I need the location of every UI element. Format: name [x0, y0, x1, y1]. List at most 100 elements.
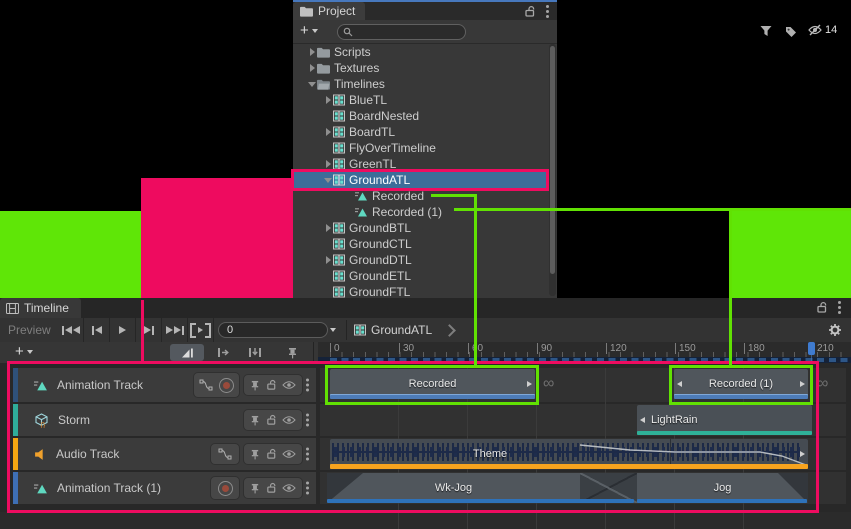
go-to-start-button[interactable] [58, 318, 84, 342]
foldout-collapsed-icon[interactable] [326, 160, 331, 168]
clip-edge-right-icon[interactable] [800, 381, 805, 387]
clip-edge-right-icon[interactable] [527, 381, 532, 387]
unlock-icon[interactable] [816, 301, 828, 314]
panel-menu-icon[interactable] [838, 301, 841, 314]
pin-icon[interactable] [250, 449, 260, 460]
animation-clip-icon [34, 482, 48, 495]
hidden-items-toggle[interactable]: 14 [807, 24, 837, 36]
clip-recorded-1[interactable]: Recorded (1) [674, 369, 808, 399]
foldout-expanded-icon[interactable] [308, 82, 316, 87]
clip-edge-left-icon[interactable] [677, 381, 682, 387]
timeline-ruler[interactable]: 0 30 60 90 120 150 180 210 [318, 342, 851, 363]
step-forward-icon [144, 326, 151, 334]
tree-item-scripts[interactable]: Scripts [293, 44, 549, 60]
clip-curves-icon[interactable] [218, 448, 232, 460]
mix-mode-button[interactable] [170, 344, 204, 361]
unlock-icon[interactable] [266, 379, 277, 391]
tree-item-flyovertimeline[interactable]: FlyOverTimeline [293, 140, 549, 156]
tree-item-recorded[interactable]: Recorded [293, 188, 549, 204]
clip-recorded[interactable]: Recorded [330, 369, 535, 399]
timeline-breadcrumb[interactable]: GroundATL [354, 318, 454, 342]
tree-item-groundatl-selected[interactable]: GroundATL [293, 172, 549, 188]
track-menu-icon[interactable] [306, 379, 309, 392]
tree-item-timelines[interactable]: Timelines [293, 76, 549, 92]
track-accent [13, 438, 18, 470]
current-frame-field[interactable]: 0 [218, 322, 328, 338]
tree-item-label: Textures [334, 61, 379, 75]
background-block-green-right [731, 211, 851, 300]
tree-item-greentl[interactable]: GreenTL [293, 156, 549, 172]
eye-icon[interactable] [282, 483, 296, 493]
record-button[interactable] [218, 481, 233, 496]
skip-end-icon [166, 326, 173, 334]
pin-icon[interactable] [250, 380, 260, 391]
clip-edge-left-icon[interactable] [640, 417, 645, 423]
tree-item-groundetl[interactable]: GroundETL [293, 268, 549, 284]
clip-label: Recorded (1) [709, 378, 773, 390]
tree-item-textures[interactable]: Textures [293, 60, 549, 76]
search-input[interactable] [337, 24, 466, 40]
track-menu-icon[interactable] [306, 414, 309, 427]
go-to-end-button[interactable] [162, 318, 188, 342]
clip-lightrain[interactable]: LightRain [637, 405, 812, 435]
tree-item-boardnested[interactable]: BoardNested [293, 108, 549, 124]
track-header-audio[interactable]: Audio Track [13, 438, 316, 470]
track-menu-icon[interactable] [306, 482, 309, 495]
add-track-button[interactable]: + [15, 346, 33, 358]
ripple-mode-button[interactable] [210, 344, 237, 361]
track-header-animation-1[interactable]: Animation Track (1) [13, 472, 316, 504]
foldout-collapsed-icon[interactable] [326, 128, 331, 136]
frame-dropdown-icon[interactable] [330, 328, 336, 332]
unlock-icon[interactable] [524, 5, 536, 18]
track-menu-icon[interactable] [306, 448, 309, 461]
filter-by-type-button[interactable] [759, 25, 773, 38]
preview-toggle[interactable]: Preview [8, 318, 51, 342]
track-header-storm[interactable]: {} Storm [13, 404, 316, 436]
pin-icon[interactable] [250, 483, 260, 494]
previous-frame-button[interactable] [84, 318, 110, 342]
filter-by-label-button[interactable] [784, 26, 797, 38]
play-range-button[interactable] [188, 318, 214, 342]
eye-icon[interactable] [282, 449, 296, 459]
next-frame-button[interactable] [136, 318, 162, 342]
foldout-expanded-icon[interactable] [324, 178, 332, 183]
foldout-collapsed-icon[interactable] [326, 96, 331, 104]
timeline-asset-icon [333, 94, 345, 106]
foldout-collapsed-icon[interactable] [326, 224, 331, 232]
replace-mode-button[interactable] [241, 344, 269, 361]
clip-theme-audio[interactable]: Theme [330, 439, 808, 469]
tree-item-recorded-1[interactable]: Recorded (1) [293, 204, 549, 220]
tab-project[interactable]: Project [293, 2, 365, 20]
timeline-settings-button[interactable] [828, 323, 842, 337]
tab-timeline[interactable]: Timeline [0, 298, 81, 318]
foldout-collapsed-icon[interactable] [310, 48, 315, 56]
create-asset-button[interactable]: + [300, 25, 318, 37]
clip-edge-right-icon[interactable] [800, 451, 805, 457]
record-button[interactable] [219, 378, 234, 393]
markers-toggle-button[interactable] [281, 344, 303, 361]
unlock-icon[interactable] [266, 414, 277, 426]
foldout-collapsed-icon[interactable] [310, 64, 315, 72]
tree-item-groundctl[interactable]: GroundCTL [293, 236, 549, 252]
pin-icon[interactable] [250, 415, 260, 426]
track-header-animation[interactable]: Animation Track [13, 368, 316, 402]
unlock-icon[interactable] [266, 482, 277, 494]
background-block-magenta [141, 178, 293, 300]
tree-item-boardtl[interactable]: BoardTL [293, 124, 549, 140]
foldout-collapsed-icon[interactable] [326, 256, 331, 264]
clip-curves-icon[interactable] [199, 379, 213, 391]
unlock-icon[interactable] [266, 448, 277, 460]
tree-item-label: BoardTL [349, 125, 395, 139]
tree-item-groundbtl[interactable]: GroundBTL [293, 220, 549, 236]
eye-icon[interactable] [282, 415, 296, 425]
panel-menu-icon[interactable] [546, 5, 549, 18]
timeline-asset-icon [333, 110, 345, 122]
tree-item-grounddtl[interactable]: GroundDTL [293, 252, 549, 268]
project-scrollbar[interactable] [549, 44, 556, 296]
play-button[interactable] [110, 318, 136, 342]
eye-icon[interactable] [282, 380, 296, 390]
skip-start-icon [73, 326, 80, 334]
tree-item-bluetl[interactable]: BlueTL [293, 92, 549, 108]
project-tab-label: Project [318, 4, 355, 18]
scrollbar-thumb[interactable] [550, 46, 555, 274]
